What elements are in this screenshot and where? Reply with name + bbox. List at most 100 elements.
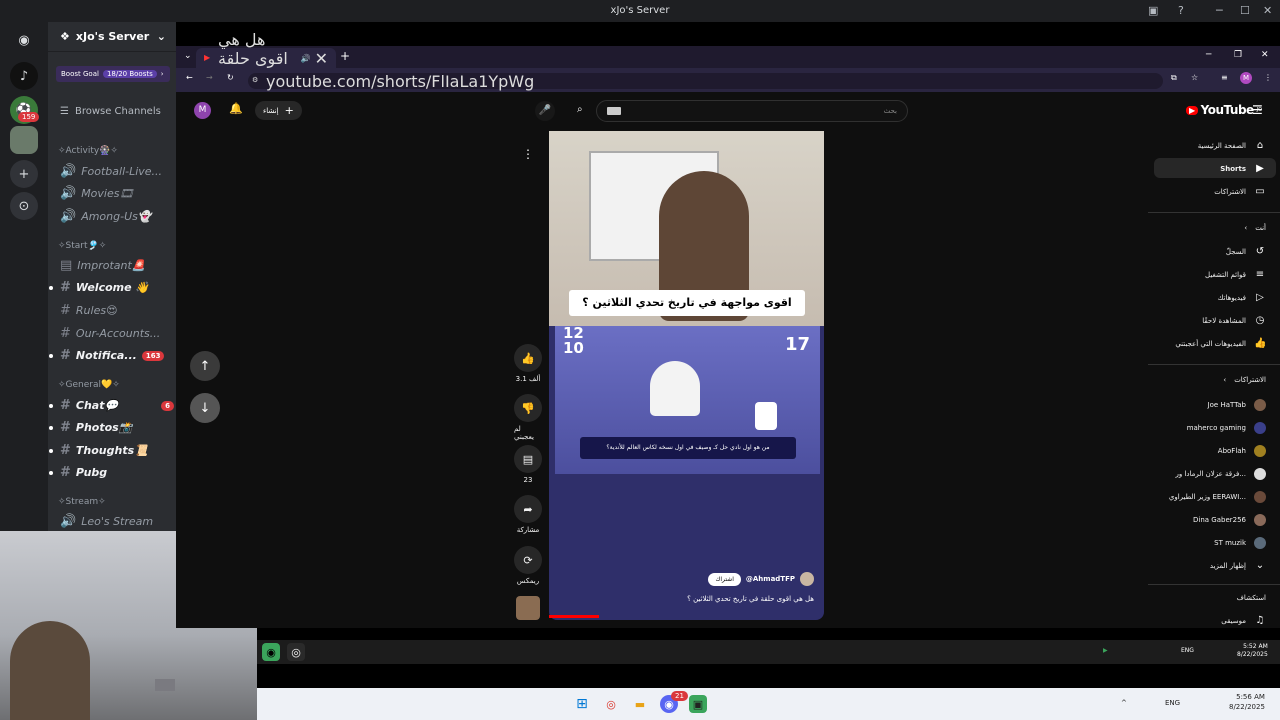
- channel-item[interactable]: # Rules😍: [60, 303, 118, 318]
- help-icon[interactable]: ?: [1178, 4, 1184, 17]
- nav-your-videos[interactable]: فيديوهاتك ▷: [1218, 292, 1266, 303]
- category-stream[interactable]: ✧Stream✧: [58, 497, 106, 507]
- channel-item[interactable]: 🔊 Football-Live...: [60, 164, 162, 179]
- browse-channels[interactable]: ☰ Browse Channels: [60, 106, 161, 117]
- youtube-logo[interactable]: ▶ YouTube JO: [1186, 103, 1262, 117]
- close-button[interactable]: ✕: [1263, 4, 1272, 17]
- channel-item[interactable]: 🔊 Leo's Stream: [60, 514, 153, 529]
- channel-item[interactable]: # Photos📸: [60, 420, 132, 435]
- add-server-icon[interactable]: +: [10, 160, 38, 188]
- maximize-button[interactable]: ☐: [1240, 4, 1250, 17]
- play-icon[interactable]: ▶: [1103, 647, 1108, 654]
- back-icon[interactable]: ←: [186, 73, 193, 82]
- channel-item[interactable]: 🔊 Among-Us👻: [60, 209, 152, 224]
- nav-music[interactable]: موسيقى ♫: [1221, 615, 1266, 626]
- share-button[interactable]: ➦ مشاركة: [514, 495, 542, 534]
- nav-subscriptions[interactable]: الاشتراكات ▭: [1214, 186, 1266, 197]
- language-indicator[interactable]: ENG: [1181, 647, 1194, 654]
- like-button[interactable]: 👍 3.1 ألف: [514, 344, 542, 383]
- remix-button[interactable]: ⟳ ريمكس: [514, 546, 542, 585]
- profile-avatar[interactable]: M: [1240, 72, 1252, 84]
- subscription-item[interactable]: maherco gaming: [1187, 422, 1266, 434]
- nav-history[interactable]: السجلّ ↺: [1226, 246, 1266, 257]
- nav-liked-videos[interactable]: الفيديوهات التي أعجبتني 👍: [1175, 338, 1266, 349]
- file-explorer-icon[interactable]: ▬: [631, 695, 649, 713]
- category-activity[interactable]: ✧Activity🎡✧: [58, 146, 118, 156]
- channel-item[interactable]: 🔊 Movies🎞: [60, 186, 133, 201]
- server-icon[interactable]: ♪: [10, 62, 38, 90]
- dislike-button[interactable]: 👎 لم يعجبني: [514, 394, 542, 441]
- channel-item[interactable]: # Welcome 👋: [60, 280, 149, 295]
- clock[interactable]: 5:52 AM 8/22/2025: [1237, 643, 1268, 659]
- channel-item[interactable]: # Our-Accounts...: [60, 326, 160, 341]
- discord-home-icon[interactable]: ◉: [10, 26, 38, 54]
- browser-close-button[interactable]: ✕: [1261, 50, 1269, 60]
- channel-item[interactable]: # Thoughts📜: [60, 443, 148, 458]
- nav-home[interactable]: الصفحة الرئيسية ⌂: [1198, 140, 1266, 151]
- short-description[interactable]: هل هي اقوى حلقة في تاريخ تحدي الثلاثين ؟: [687, 595, 814, 603]
- discover-icon[interactable]: ⊙: [10, 192, 38, 220]
- tab-search-icon[interactable]: ⌄: [184, 51, 192, 61]
- chrome-app-icon[interactable]: ◎: [287, 643, 305, 661]
- search-input[interactable]: ⌕ بحث: [577, 100, 908, 122]
- channel-item[interactable]: ▤ Improtant🚨: [60, 258, 146, 273]
- browser-tab[interactable]: ▶ هل هي اقوى حلقة في تاريخ 🔊 ✕: [196, 30, 336, 87]
- previous-short-button[interactable]: ↑: [190, 351, 220, 381]
- reload-icon[interactable]: ↻: [227, 73, 234, 82]
- you-header[interactable]: ‹ أنت: [1244, 224, 1266, 232]
- app-icon[interactable]: ▣: [689, 695, 707, 713]
- new-tab-button[interactable]: +: [340, 49, 350, 63]
- site-info-icon[interactable]: ⚙: [252, 76, 258, 84]
- next-short-button[interactable]: ↓: [190, 393, 220, 423]
- server-icon-active[interactable]: [10, 126, 38, 154]
- comments-button[interactable]: ▤ 23: [514, 445, 542, 484]
- show-more[interactable]: إظهار المزيد ⌄: [1210, 560, 1266, 571]
- channel-avatar[interactable]: [800, 572, 814, 586]
- forward-icon[interactable]: →: [206, 73, 213, 82]
- inbox-icon[interactable]: ▣: [1148, 4, 1158, 17]
- yt-avatar[interactable]: M: [194, 102, 211, 119]
- tab-close-icon[interactable]: ✕: [315, 49, 328, 68]
- more-options-icon[interactable]: ⋮: [522, 147, 534, 161]
- subscription-item[interactable]: فرقة عزلان الرمادا ور...: [1176, 468, 1266, 480]
- clock[interactable]: 5:56 AM 8/22/2025: [1229, 692, 1265, 712]
- subscribe-button[interactable]: اشتراك: [708, 572, 741, 586]
- channel-item[interactable]: # Pubg: [60, 465, 107, 480]
- category-general[interactable]: ✧General💛✧: [58, 380, 120, 390]
- nav-watch-later[interactable]: المشاهدة لاحقًا ◷: [1202, 315, 1266, 326]
- menu-dots-icon[interactable]: ⋮: [1264, 73, 1272, 82]
- keyboard-icon[interactable]: [607, 107, 621, 115]
- bookmark-star-icon[interactable]: ☆: [1191, 73, 1198, 82]
- subscription-item[interactable]: AboFlah: [1218, 445, 1266, 457]
- windows-start-icon[interactable]: ⊞: [573, 695, 591, 713]
- subscription-item[interactable]: Joe HaTTab: [1208, 399, 1266, 411]
- create-button[interactable]: إنشاء +: [255, 101, 302, 120]
- progress-bar[interactable]: [549, 615, 599, 618]
- channel-item[interactable]: # Chat💬 6: [60, 398, 174, 413]
- voice-search-icon[interactable]: 🎤: [535, 101, 555, 121]
- nav-playlists[interactable]: قوائم التشغيل ≡: [1205, 269, 1266, 280]
- hamburger-menu-icon[interactable]: ☰: [1252, 103, 1263, 117]
- browser-maximize-button[interactable]: ❐: [1234, 50, 1242, 60]
- server-header[interactable]: ❖ xJo's Server ⌄: [48, 22, 176, 52]
- browser-minimize-button[interactable]: ─: [1206, 50, 1211, 60]
- category-start[interactable]: ✧Start🎐✧: [58, 241, 106, 251]
- subscription-item[interactable]: ST muzik: [1214, 537, 1266, 549]
- subscription-item[interactable]: وزير الطيراوي EERAWI...: [1169, 491, 1266, 503]
- boost-goal[interactable]: Boost Goal 18/20 Boosts ›: [56, 66, 170, 82]
- minimize-button[interactable]: ─: [1216, 4, 1223, 17]
- subscriptions-header[interactable]: ‹ الاشتراكات: [1223, 376, 1266, 384]
- subscription-item[interactable]: Dina Gaber256: [1193, 514, 1266, 526]
- tray-chevron-icon[interactable]: ^: [1121, 699, 1127, 707]
- notifications-bell-icon[interactable]: 🔔: [229, 102, 243, 115]
- language-indicator[interactable]: ENG: [1165, 699, 1180, 707]
- extensions-icon[interactable]: ≡: [1221, 73, 1228, 82]
- channel-handle[interactable]: @AhmadTFP: [746, 575, 795, 583]
- nav-shorts[interactable]: Shorts ▶: [1220, 163, 1266, 174]
- search-icon[interactable]: ⌕: [577, 104, 583, 115]
- discord-app-icon[interactable]: ◉: [262, 643, 280, 661]
- audio-thumbnail[interactable]: [516, 596, 540, 620]
- address-bar[interactable]: ⚙ youtube.com/shorts/FlIaLa1YpWg: [248, 72, 1163, 91]
- chrome-app-icon[interactable]: ◎: [602, 695, 620, 713]
- channel-item[interactable]: # Notifica... 163: [60, 348, 165, 363]
